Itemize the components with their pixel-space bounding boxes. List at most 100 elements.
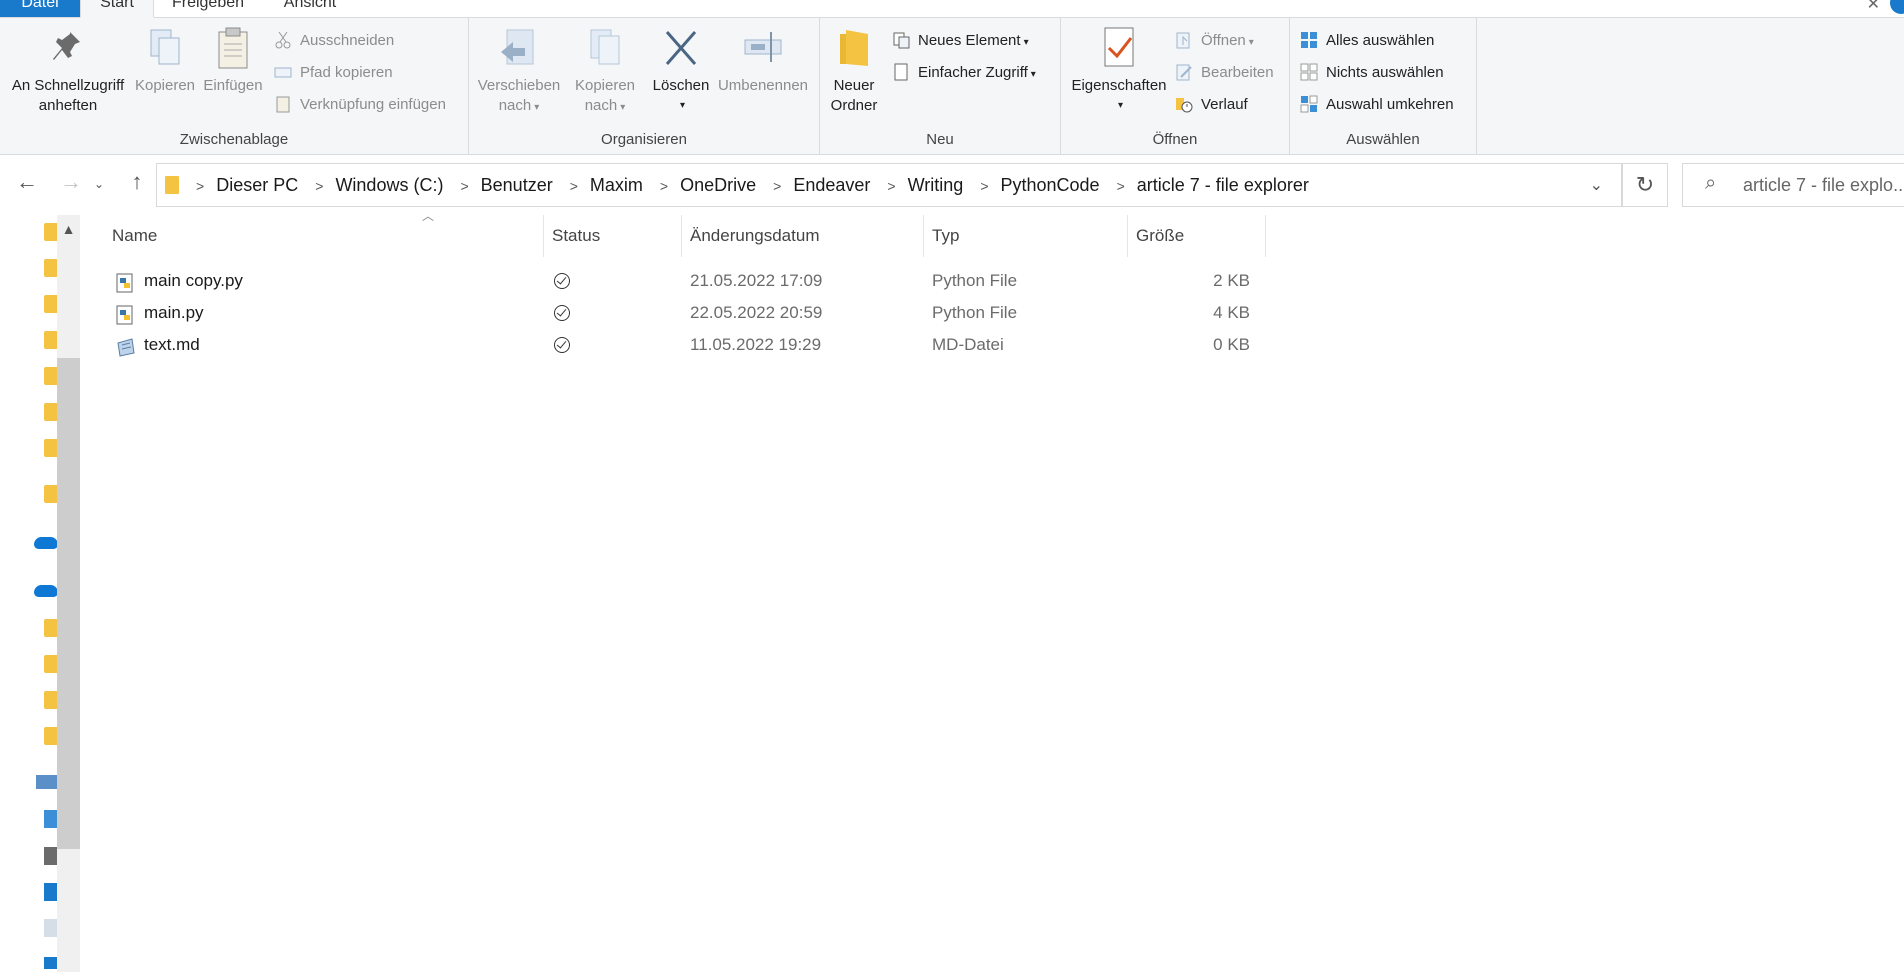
nav-folder-icon[interactable] (44, 727, 58, 745)
nav-folder-icon[interactable] (44, 223, 58, 241)
cut-button[interactable]: Ausschneiden (274, 28, 394, 54)
tab-share[interactable]: Freigeben (168, 0, 248, 17)
tab-view[interactable]: Ansicht (270, 0, 350, 17)
up-arrow-icon[interactable]: ↑ (122, 169, 152, 195)
nav-folder-icon[interactable] (44, 259, 58, 277)
edit-button[interactable]: Bearbeiten (1175, 60, 1274, 86)
nav-folder-icon[interactable] (44, 331, 58, 349)
copy-button[interactable]: Kopieren (132, 26, 198, 96)
breadcrumb: > Dieser PC > Windows (C:) > Benutzer > Maxi… (165, 164, 1309, 206)
recent-locations-chevron-icon[interactable]: ⌄ (92, 177, 106, 191)
nav-folder-icon[interactable] (44, 295, 58, 313)
file-date: 21.05.2022 17:09 (690, 271, 823, 290)
address-history-chevron-icon[interactable]: ⌄ (1590, 175, 1603, 195)
paste-button[interactable]: Einfügen (200, 26, 266, 96)
tab-file[interactable]: Datei (0, 0, 80, 17)
open-button[interactable]: Öffnen ▾ (1175, 28, 1254, 54)
select-group-label: Auswählen (1346, 131, 1420, 148)
breadcrumb-separator-icon[interactable]: > (460, 178, 468, 194)
delete-dropdown-icon[interactable]: ▾ (648, 96, 717, 116)
breadcrumb-item[interactable]: Maxim (590, 175, 643, 195)
nav-special-folder-icon[interactable] (44, 485, 58, 503)
breadcrumb-item[interactable]: Writing (908, 175, 964, 195)
nav-file-icon[interactable] (44, 919, 58, 937)
pin-quick-access-button[interactable]: An Schnellzugriff anheften (4, 26, 132, 116)
column-header-name[interactable]: Name (104, 215, 544, 257)
scrollbar-thumb[interactable] (57, 358, 80, 849)
breadcrumb-separator-icon[interactable]: > (773, 178, 781, 194)
properties-dropdown-icon[interactable]: ▾ (1070, 96, 1171, 116)
pin-label-2: anheften (38, 97, 98, 114)
this-pc-icon[interactable] (36, 775, 58, 789)
scroll-up-arrow-icon[interactable]: ▲ (57, 215, 80, 243)
nav-3d-objects-icon[interactable] (44, 810, 58, 828)
breadcrumb-item[interactable]: Windows (C:) (335, 175, 443, 195)
nav-desktop-icon[interactable] (44, 847, 58, 865)
delete-button[interactable]: Löschen ▾ (645, 26, 717, 116)
nav-folder-icon[interactable] (44, 439, 58, 457)
breadcrumb-separator-icon[interactable]: > (315, 178, 323, 194)
paste-shortcut-button[interactable]: Verknüpfung einfügen (274, 92, 446, 118)
copy-path-button[interactable]: Pfad kopieren (274, 60, 393, 86)
breadcrumb-separator-icon[interactable]: > (660, 178, 668, 194)
breadcrumb-separator-icon[interactable]: > (196, 178, 204, 194)
breadcrumb-item[interactable]: PythonCode (1001, 175, 1100, 195)
group-open: Eigenschaften ▾ Öffnen ▾ Bearbeiten Verla… (1061, 18, 1290, 154)
file-date: 11.05.2022 19:29 (690, 335, 822, 354)
properties-check-icon (1099, 26, 1139, 70)
select-none-button[interactable]: Nichts auswählen (1300, 60, 1444, 86)
nav-folder-icon[interactable] (44, 655, 58, 673)
search-input[interactable]: ⌕ article 7 - file explo... (1682, 163, 1904, 207)
select-all-button[interactable]: Alles auswählen (1300, 28, 1434, 54)
invert-selection-button[interactable]: Auswahl umkehren (1300, 92, 1454, 118)
back-arrow-icon[interactable]: ← (12, 169, 42, 195)
scissors-icon (274, 31, 292, 49)
new-folder-button[interactable]: Neuer Ordner (824, 26, 884, 116)
breadcrumb-separator-icon[interactable]: > (570, 178, 578, 194)
nav-folder-icon[interactable] (44, 367, 58, 385)
breadcrumb-item[interactable]: Benutzer (481, 175, 553, 195)
column-header-date[interactable]: Änderungsdatum (682, 215, 924, 257)
rename-button[interactable]: Umbenennen (713, 26, 813, 96)
breadcrumb-separator-icon[interactable]: > (1117, 178, 1125, 194)
properties-button[interactable]: Eigenschaften ▾ (1067, 26, 1171, 116)
history-button[interactable]: Verlauf (1175, 92, 1248, 118)
tab-start[interactable]: Start (80, 0, 154, 18)
nav-folder-icon[interactable] (44, 619, 58, 637)
column-header-size[interactable]: Größe (1128, 215, 1266, 257)
breadcrumb-item[interactable]: Dieser PC (216, 175, 298, 195)
column-header-status[interactable]: Status (544, 215, 682, 257)
nav-scrollbar[interactable]: ▲ (57, 215, 80, 972)
table-row[interactable]: text.md 11.05.2022 19:29 MD-Datei 0 KB (104, 329, 1264, 361)
file-size: 0 KB (1213, 335, 1250, 354)
ribbon: An Schnellzugriff anheften Kopieren Einf… (0, 18, 1904, 155)
nav-folder-icon[interactable] (44, 403, 58, 421)
new-item-button[interactable]: Neues Element ▾ (892, 28, 1029, 54)
file-size: 4 KB (1213, 303, 1250, 322)
file-name: main copy.py (144, 271, 243, 290)
column-header-type[interactable]: Typ (924, 215, 1128, 257)
onedrive-cloud-icon[interactable] (34, 585, 58, 597)
breadcrumb-item-current[interactable]: article 7 - file explorer (1137, 175, 1309, 195)
breadcrumb-separator-icon[interactable]: > (887, 178, 895, 194)
breadcrumb-separator-icon[interactable]: > (980, 178, 988, 194)
easy-access-button[interactable]: Einfacher Zugriff ▾ (892, 60, 1036, 86)
nav-folder-icon[interactable] (44, 691, 58, 709)
nav-documents-icon[interactable] (44, 883, 58, 901)
easy-access-icon (892, 63, 910, 81)
help-icon[interactable] (1890, 0, 1904, 14)
copy-to-button[interactable]: Kopieren nach ▾ (563, 26, 647, 118)
new-group-label: Neu (926, 131, 954, 148)
refresh-icon[interactable]: ↻ (1622, 163, 1668, 207)
nav-downloads-icon[interactable] (44, 957, 58, 969)
move-to-button[interactable]: Verschieben nach ▾ (477, 26, 561, 118)
table-row[interactable]: main.py 22.05.2022 20:59 Python File 4 K… (104, 297, 1264, 329)
table-row[interactable]: main copy.py 21.05.2022 17:09 Python Fil… (104, 265, 1264, 297)
breadcrumb-item[interactable]: Endeaver (793, 175, 870, 195)
window-close-icon[interactable]: ✕ (1867, 0, 1880, 14)
breadcrumb-item[interactable]: OneDrive (680, 175, 756, 195)
address-bar[interactable]: > Dieser PC > Windows (C:) > Benutzer > Maxi… (156, 163, 1622, 207)
file-date: 22.05.2022 20:59 (690, 303, 823, 322)
onedrive-cloud-icon[interactable] (34, 537, 58, 549)
forward-arrow-icon[interactable]: → (56, 169, 86, 195)
